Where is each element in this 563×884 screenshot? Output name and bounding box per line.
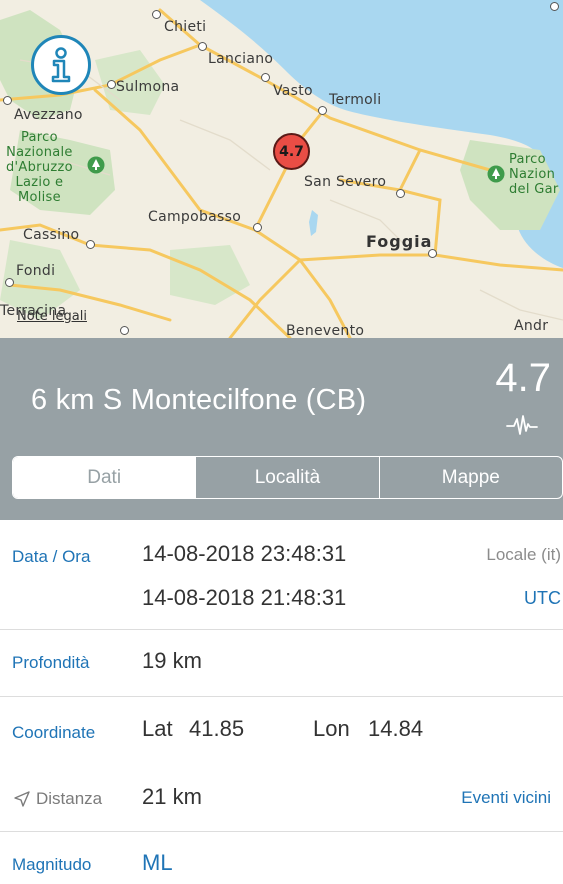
city-label-cassino: Cassino: [23, 227, 80, 243]
row-divider: [0, 696, 563, 697]
info-button[interactable]: [31, 35, 91, 95]
city-label-avezzano: Avezzano: [14, 107, 83, 123]
city-label-foggia: Foggia: [366, 232, 433, 251]
park-label-gargano: Parco Nazion del Gar: [509, 152, 558, 197]
city-label-fondi: Fondi: [16, 263, 56, 279]
city-label-chieti: Chieti: [164, 19, 207, 35]
city-dot: [120, 326, 129, 335]
event-location-title: 6 km S Montecilfone (CB): [31, 384, 367, 416]
city-dot: [550, 2, 559, 11]
seismograph-icon: [506, 415, 538, 435]
park-label-line: Nazion: [509, 167, 556, 182]
datetime-label: Data / Ora: [12, 547, 91, 566]
city-dot: [107, 80, 116, 89]
nearby-events-link[interactable]: Eventi vicini: [461, 788, 551, 808]
latitude-label: Lat: [142, 716, 173, 741]
tab-bar: Dati Località Mappe: [12, 456, 563, 499]
city-dot: [86, 240, 95, 249]
location-arrow-icon: [14, 791, 30, 807]
coordinates-label: Coordinate: [12, 723, 96, 742]
park-label-abruzzo: Parco Nazionale d'Abruzzo Lazio e Molise: [6, 130, 73, 205]
distance-label: Distanza: [36, 789, 103, 808]
city-dot: [198, 42, 207, 51]
park-label-line: Parco: [509, 152, 546, 167]
local-timezone-label: Locale (it): [486, 545, 561, 564]
park-label-line: Nazionale: [6, 145, 73, 160]
info-icon: [51, 47, 71, 83]
map-view[interactable]: Chieti Lanciano Sulmona Vasto Termoli Av…: [0, 0, 563, 338]
tab-mappe[interactable]: Mappe: [378, 457, 562, 498]
utc-timezone-toggle[interactable]: UTC: [524, 588, 561, 609]
depth-label: Profondità: [12, 653, 90, 672]
city-dot: [318, 106, 327, 115]
park-label-line: Lazio e: [15, 175, 64, 190]
utc-time-value: 14-08-2018 21:48:31: [142, 585, 347, 610]
city-label-san-severo: San Severo: [304, 174, 387, 190]
city-dot: [253, 223, 262, 232]
earthquake-marker[interactable]: 4.7: [273, 133, 310, 170]
city-label-lanciano: Lanciano: [208, 51, 274, 67]
city-dot: [261, 73, 270, 82]
longitude-value: 14.84: [368, 716, 424, 741]
city-dot: [5, 278, 14, 287]
tab-localita[interactable]: Località: [195, 457, 378, 498]
park-label-line: del Gar: [509, 182, 559, 197]
park-label-line: Parco: [20, 130, 58, 145]
legal-notes-link[interactable]: Note legali: [17, 309, 87, 324]
row-divider: [0, 831, 563, 832]
city-label-andria: Andr: [514, 318, 549, 334]
tab-dati[interactable]: Dati: [13, 457, 196, 498]
local-time-value: 14-08-2018 23:48:31: [142, 541, 347, 566]
distance-value: 21 km: [142, 784, 202, 809]
row-divider: [0, 629, 563, 630]
city-dot: [3, 96, 12, 105]
park-label-line: Molise: [17, 190, 61, 205]
magnitude-type-value: ML: [142, 850, 173, 875]
magnitude-label: Magnitudo: [12, 855, 92, 874]
distance-label-group: Distanza: [14, 789, 102, 809]
city-label-sulmona: Sulmona: [116, 79, 180, 95]
park-tree-icon: [87, 156, 105, 174]
city-dot: [396, 189, 405, 198]
city-label-benevento: Benevento: [286, 323, 365, 339]
park-tree-icon: [487, 165, 505, 183]
city-label-campobasso: Campobasso: [148, 209, 242, 225]
city-label-termoli: Termoli: [329, 92, 382, 108]
event-magnitude: 4.7: [495, 356, 551, 400]
park-label-line: d'Abruzzo: [6, 160, 73, 175]
latitude-value: 41.85: [189, 716, 245, 741]
depth-value: 19 km: [142, 648, 202, 673]
city-label-vasto: Vasto: [273, 83, 313, 99]
city-dot: [152, 10, 161, 19]
longitude-label: Lon: [313, 716, 350, 741]
